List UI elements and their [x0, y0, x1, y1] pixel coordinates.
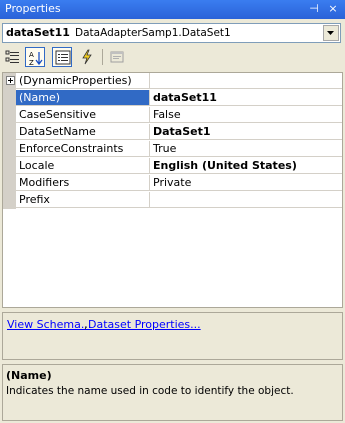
property-name: EnforceConstraints — [16, 141, 150, 157]
property-value[interactable]: False — [150, 107, 342, 123]
svg-text:A: A — [29, 51, 34, 59]
property-grid: (DynamicProperties) (Name) dataSet11 Cas… — [2, 72, 343, 308]
row-gutter — [3, 90, 16, 107]
description-title: (Name) — [6, 369, 52, 382]
property-row-modifiers[interactable]: Modifiers Private — [3, 175, 342, 192]
property-value[interactable]: English (United States) — [150, 158, 342, 174]
property-row-casesensitive[interactable]: CaseSensitive False — [3, 107, 342, 124]
events-button[interactable] — [77, 47, 97, 67]
property-row-name[interactable]: (Name) dataSet11 — [3, 90, 342, 107]
property-name: CaseSensitive — [16, 107, 150, 123]
row-gutter — [3, 73, 16, 90]
property-value[interactable]: dataSet11 — [150, 90, 342, 106]
object-name: dataSet11 — [6, 26, 70, 39]
property-name: Locale — [16, 158, 150, 174]
toolbar-separator — [102, 49, 103, 65]
alphabetical-button[interactable]: A Z — [25, 47, 45, 67]
view-schema-link[interactable]: View Schema... — [7, 318, 91, 331]
events-icon — [82, 49, 92, 65]
properties-button[interactable] — [52, 47, 72, 67]
row-gutter — [3, 107, 16, 124]
property-name: (DynamicProperties) — [16, 73, 150, 89]
property-pages-icon — [110, 51, 124, 63]
chevron-down-icon — [327, 31, 334, 35]
dropdown-arrow-button[interactable] — [323, 25, 339, 41]
property-value[interactable] — [150, 192, 342, 208]
row-gutter — [3, 192, 16, 209]
property-value[interactable] — [150, 73, 342, 89]
window-title: Properties — [5, 2, 61, 15]
alphabetical-icon: A Z — [29, 51, 43, 66]
svg-text:Z: Z — [29, 59, 34, 66]
property-name: DataSetName — [16, 124, 150, 140]
row-gutter — [3, 175, 16, 192]
property-row-enforceconstraints[interactable]: EnforceConstraints True — [3, 141, 342, 158]
property-value[interactable]: DataSet1 — [150, 124, 342, 140]
window-title-bar: Properties ⊣ × — [0, 0, 345, 19]
description-panel: (Name) Indicates the name used in code t… — [2, 364, 343, 421]
object-selector-dropdown[interactable]: dataSet11 DataAdapterSamp1.DataSet1 — [2, 23, 341, 43]
expand-plus-icon[interactable] — [6, 76, 15, 85]
property-name: Modifiers — [16, 175, 150, 191]
property-value[interactable]: True — [150, 141, 342, 157]
property-pages-button[interactable] — [107, 47, 127, 67]
properties-icon — [55, 50, 71, 65]
commands-panel: View Schema... , Dataset Properties... — [2, 312, 343, 360]
command-separator: , — [84, 318, 88, 331]
property-row-prefix[interactable]: Prefix — [3, 192, 342, 209]
property-value[interactable]: Private — [150, 175, 342, 191]
auto-hide-pin-icon[interactable]: ⊣ — [306, 2, 322, 16]
property-row-datasetname[interactable]: DataSetName DataSet1 — [3, 124, 342, 141]
row-gutter — [3, 141, 16, 158]
row-gutter — [3, 158, 16, 175]
dataset-properties-link[interactable]: Dataset Properties... — [88, 318, 201, 331]
properties-toolbar: A Z — [0, 45, 345, 69]
categorized-button[interactable] — [3, 47, 23, 67]
row-gutter — [3, 124, 16, 141]
property-row-locale[interactable]: Locale English (United States) — [3, 158, 342, 175]
categorized-icon — [5, 50, 19, 63]
property-name: Prefix — [16, 192, 150, 208]
description-text: Indicates the name used in code to ident… — [6, 385, 294, 397]
object-type: DataAdapterSamp1.DataSet1 — [75, 27, 231, 39]
property-name: (Name) — [16, 90, 150, 106]
close-icon[interactable]: × — [325, 2, 341, 16]
property-row-dynamicproperties[interactable]: (DynamicProperties) — [3, 73, 342, 90]
